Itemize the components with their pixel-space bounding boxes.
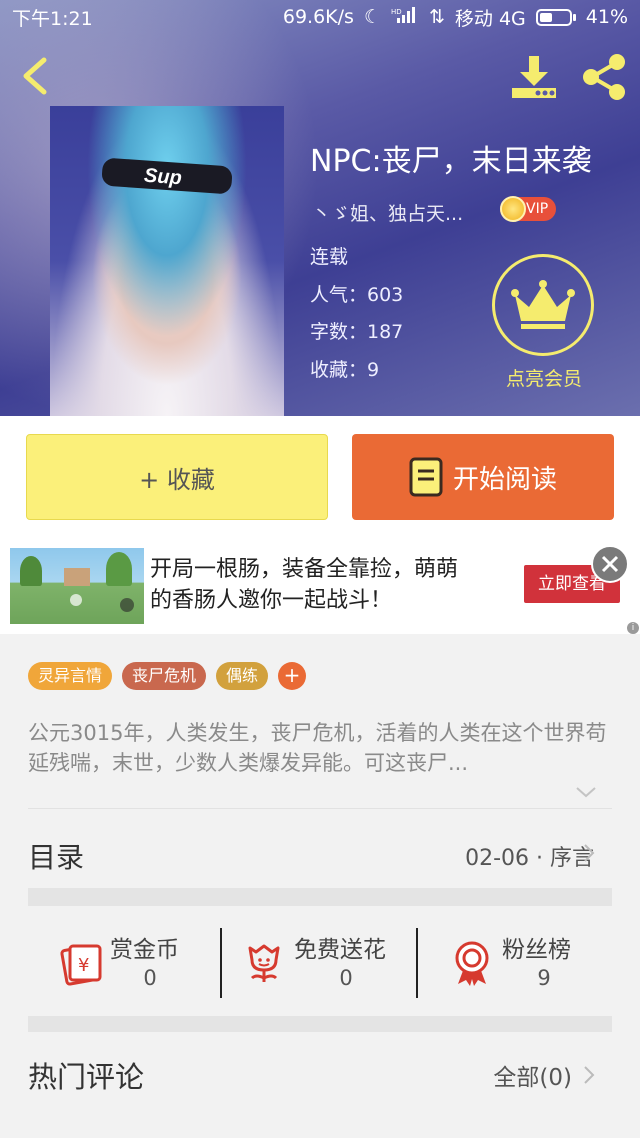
carrier: 移动 4G xyxy=(454,7,526,30)
back-button[interactable] xyxy=(14,54,58,98)
fans-rank-count: 9 xyxy=(537,966,551,990)
tag-item[interactable]: 偶练 xyxy=(216,662,269,690)
author-name[interactable]: 丶ゞ姐、独占天... xyxy=(312,199,463,226)
flower-icon xyxy=(248,944,280,982)
hot-comments-label: 热门评论 xyxy=(28,1060,145,1094)
synopsis-text: 公元3015年，人类发生，丧尸危机，活着的人类在这个世界苟延残喘，末世，少数人类… xyxy=(28,721,607,775)
svg-text:¥: ¥ xyxy=(78,955,89,976)
vip-badge: VIP xyxy=(500,196,557,222)
share-button[interactable] xyxy=(578,52,630,102)
close-icon xyxy=(601,555,619,573)
book-title: NPC:丧尸，末日来袭 xyxy=(310,144,592,179)
vip-label: VIP xyxy=(526,201,549,217)
book-header: 下午1:21 69.6K/s ☾ HD ⇅ 移动 4G 41% Sup NPC:… xyxy=(0,0,640,416)
separator xyxy=(220,928,222,998)
popularity: 人气：603 xyxy=(310,283,404,306)
moon-icon: ☾ xyxy=(363,6,381,28)
catalog-row[interactable]: 目录 02-06 · 序言 xyxy=(0,810,640,896)
hot-comments-row[interactable]: 热门评论 全部(0) xyxy=(0,1032,640,1138)
reward-coins-label: 赏金币 xyxy=(110,937,179,963)
cover-text: Sup xyxy=(143,164,183,190)
signal-icon: HD xyxy=(391,6,419,29)
divider xyxy=(28,808,612,809)
ad-close-button[interactable] xyxy=(591,545,629,583)
chevron-right-icon xyxy=(584,1066,595,1084)
chevron-down-icon xyxy=(576,787,596,798)
book-cover[interactable]: Sup xyxy=(50,106,284,416)
book-icon xyxy=(409,457,443,497)
medal-icon xyxy=(455,941,489,986)
ad-line-1: 开局一根肠，装备全靠捡，萌萌 xyxy=(150,557,459,582)
reward-bar: ¥ 赏金币 0 免费送花 0 粉丝榜 9 xyxy=(0,906,640,1016)
tag-item[interactable]: 灵异言情 xyxy=(28,662,113,690)
favorites-count: 收藏：9 xyxy=(310,358,380,381)
favorite-button[interactable]: + 收藏 xyxy=(26,434,328,520)
action-bar: + 收藏 开始阅读 xyxy=(0,416,640,538)
book-stats: 连载 人气：603 字数：187 收藏：9 xyxy=(310,244,403,394)
separator xyxy=(416,928,418,998)
member-ring xyxy=(492,254,594,356)
crown-icon xyxy=(511,280,575,329)
add-tag-button[interactable]: + xyxy=(278,662,307,690)
network-speed: 69.6K/s xyxy=(282,6,354,28)
download-button[interactable] xyxy=(508,54,560,102)
crown-coin-icon xyxy=(500,196,526,222)
section-divider xyxy=(28,888,612,906)
latest-chapter: 02-06 · 序言 xyxy=(465,846,594,871)
reward-coins-count: 0 xyxy=(143,966,157,990)
download-icon xyxy=(512,56,556,98)
chevron-right-icon xyxy=(584,844,595,862)
send-flower-button[interactable]: 免费送花 0 xyxy=(240,926,410,1006)
serial-status: 连载 xyxy=(310,246,349,268)
all-comments-link[interactable]: 全部(0) xyxy=(493,1058,572,1092)
ad-text[interactable]: 开局一根肠，装备全靠捡，萌萌 的香肠人邀你一起战斗！ xyxy=(150,554,500,616)
expand-button[interactable] xyxy=(574,784,598,800)
section-divider xyxy=(28,1016,612,1032)
send-flower-count: 0 xyxy=(339,966,353,990)
fans-rank-label: 粉丝榜 xyxy=(502,937,571,963)
data-arrows-icon: ⇅ xyxy=(428,6,445,28)
tag-list: 灵异言情 丧尸危机 偶练 + xyxy=(28,662,307,690)
status-bar: 下午1:21 69.6K/s ☾ HD ⇅ 移动 4G 41% xyxy=(0,0,640,34)
chevron-left-icon xyxy=(23,57,47,95)
ad-image[interactable] xyxy=(10,548,144,624)
ad-info-icon[interactable]: i xyxy=(627,622,639,634)
red-envelope-icon: ¥ xyxy=(60,944,102,986)
battery-icon xyxy=(535,8,576,26)
ad-banner: 开局一根肠，装备全靠捡，萌萌 的香肠人邀你一起战斗！ 立即查看 i xyxy=(0,538,640,634)
member-button[interactable]: 点亮会员 xyxy=(492,254,596,391)
status-time: 下午1:21 xyxy=(12,7,93,30)
word-count: 字数：187 xyxy=(310,321,404,343)
ad-line-2: 的香肠人邀你一起战斗！ xyxy=(150,588,393,613)
catalog-label: 目录 xyxy=(28,841,85,874)
reward-coins-button[interactable]: ¥ 赏金币 0 xyxy=(56,926,206,1006)
start-reading-button[interactable]: 开始阅读 xyxy=(352,434,614,520)
fans-rank-button[interactable]: 粉丝榜 9 xyxy=(448,926,598,1006)
battery-percent: 41% xyxy=(585,6,628,28)
start-reading-label: 开始阅读 xyxy=(452,464,557,495)
tag-item[interactable]: 丧尸危机 xyxy=(122,662,207,690)
svg-text:HD: HD xyxy=(391,8,402,16)
send-flower-label: 免费送花 xyxy=(294,937,386,963)
member-label: 点亮会员 xyxy=(505,368,582,390)
share-icon xyxy=(583,54,625,100)
book-intro: 灵异言情 丧尸危机 偶练 + 公元3015年，人类发生，丧尸危机，活着的人类在这… xyxy=(0,634,640,810)
